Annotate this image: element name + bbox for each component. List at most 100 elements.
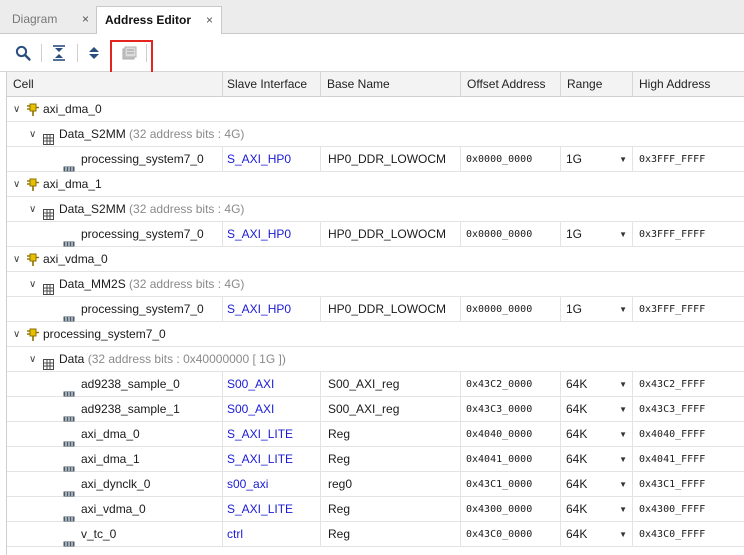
range-dropdown[interactable]: 64K ▼	[561, 472, 633, 497]
offset-address-field[interactable]: 0x43C1_0000	[461, 472, 561, 497]
table-row[interactable]: processing_system7_0 S_AXI_HP0 HP0_DDR_LOW…	[7, 222, 744, 247]
slave-interface-link[interactable]: S_AXI_HP0	[223, 147, 321, 172]
table-row[interactable]: axi_dma_1 S_AXI_LITE Reg 0x4041_0000 64K ▼ 0x4…	[7, 447, 744, 472]
offset-address-field[interactable]: 0x43C0_0000	[461, 522, 561, 547]
segment-cell: processing_system7_0	[7, 222, 223, 247]
chevron-down-icon[interactable]: ∨	[13, 247, 20, 272]
table-row[interactable]: ∨ axi_dma_1	[7, 172, 744, 197]
range-dropdown[interactable]: 1G ▼	[561, 222, 633, 247]
ip-block-icon	[27, 251, 39, 272]
chevron-down-icon[interactable]: ∨	[29, 197, 36, 222]
slave-interface-link[interactable]: S_AXI_HP0	[223, 297, 321, 322]
table-row[interactable]: ad9238_sample_1 S00_AXI S00_AXI_reg 0x43C3_…	[7, 397, 744, 422]
dropdown-arrow-icon[interactable]: ▼	[619, 372, 627, 397]
slave-interface-link[interactable]: S_AXI_LITE	[223, 447, 321, 472]
offset-address-field[interactable]: 0x0000_0000	[461, 297, 561, 322]
segment-cell-name: processing_system7_0	[81, 227, 204, 241]
table-row[interactable]: ∨ Data_S2MM (32 address bits : 4G)	[7, 197, 744, 222]
offset-address-field[interactable]: 0x4300_0000	[461, 497, 561, 522]
dropdown-arrow-icon[interactable]: ▼	[619, 522, 627, 547]
table-row[interactable]: axi_dma_0 S_AXI_LITE Reg 0x4040_0000 64K ▼ 0x4…	[7, 422, 744, 447]
dropdown-arrow-icon[interactable]: ▼	[619, 497, 627, 522]
table-row[interactable]: ∨ Data_MM2S (32 address bits : 4G)	[7, 272, 744, 297]
column-header-cell[interactable]: Cell	[7, 72, 223, 97]
tab-diagram-close-icon[interactable]: ×	[82, 6, 89, 32]
address-space-icon	[43, 129, 54, 147]
dropdown-arrow-icon[interactable]: ▼	[619, 472, 627, 497]
node-label: axi_dma_1	[43, 177, 102, 191]
search-icon[interactable]	[14, 44, 32, 62]
range-dropdown[interactable]: 64K ▼	[561, 447, 633, 472]
high-address: 0x3FFF_FFFF	[639, 304, 706, 315]
offset-address-field[interactable]: 0x0000_0000	[461, 222, 561, 247]
address-space-node[interactable]: ∨ Data_S2MM (32 address bits : 4G)	[7, 197, 744, 222]
table-row[interactable]: ∨ Data (32 address bits : 0x40000000 [ 1G…	[7, 347, 744, 372]
dropdown-arrow-icon[interactable]: ▼	[619, 147, 627, 172]
node-label: processing_system7_0	[43, 327, 166, 341]
offset-address-field[interactable]: 0x43C3_0000	[461, 397, 561, 422]
column-header-range[interactable]: Range	[561, 72, 633, 97]
tab-address-editor[interactable]: Address Editor ×	[96, 6, 222, 35]
expand-all-icon[interactable]	[85, 44, 103, 62]
offset-address-field[interactable]: 0x0000_0000	[461, 147, 561, 172]
table-row[interactable]: processing_system7_0 S_AXI_HP0 HP0_DDR_LOW…	[7, 297, 744, 322]
dropdown-arrow-icon[interactable]: ▼	[619, 297, 627, 322]
tab-address-editor-close-icon[interactable]: ×	[206, 7, 213, 33]
column-header-base-name[interactable]: Base Name	[321, 72, 461, 97]
slave-interface-link[interactable]: S00_AXI	[223, 372, 321, 397]
slave-interface-link[interactable]: S_AXI_HP0	[223, 222, 321, 247]
high-address: 0x3FFF_FFFF	[639, 154, 706, 165]
address-space-node[interactable]: ∨ Data (32 address bits : 0x40000000 [ 1G…	[7, 347, 744, 372]
ip-tree-node[interactable]: ∨ axi_dma_1	[7, 172, 744, 197]
slave-interface-link[interactable]: ctrl	[223, 522, 321, 547]
dropdown-arrow-icon[interactable]: ▼	[619, 222, 627, 247]
address-space-node[interactable]: ∨ Data_S2MM (32 address bits : 4G)	[7, 122, 744, 147]
table-row[interactable]: ∨ axi_vdma_0	[7, 247, 744, 272]
address-space-node[interactable]: ∨ Data_MM2S (32 address bits : 4G)	[7, 272, 744, 297]
column-header-high-address[interactable]: High Address	[633, 72, 744, 97]
column-header-slave-interface[interactable]: Slave Interface	[223, 72, 321, 97]
table-row[interactable]: ∨ Data_S2MM (32 address bits : 4G)	[7, 122, 744, 147]
range-dropdown[interactable]: 64K ▼	[561, 497, 633, 522]
table-row[interactable]: axi_vdma_0 S_AXI_LITE Reg 0x4300_0000 64K ▼ 0x…	[7, 497, 744, 522]
offset-address-field[interactable]: 0x4040_0000	[461, 422, 561, 447]
table-row[interactable]: axi_dynclk_0 s00_axi reg0 0x43C1_0000 64K ▼ 0x…	[7, 472, 744, 497]
range-dropdown[interactable]: 1G ▼	[561, 147, 633, 172]
offset-address-field[interactable]: 0x43C2_0000	[461, 372, 561, 397]
offset-address-field[interactable]: 0x4041_0000	[461, 447, 561, 472]
collapse-all-icon[interactable]	[50, 44, 68, 62]
ip-tree-node[interactable]: ∨ axi_dma_0	[7, 97, 744, 122]
table-row[interactable]: ∨ axi_dma_0	[7, 97, 744, 122]
chevron-down-icon[interactable]: ∨	[29, 347, 36, 372]
table-row[interactable]: ad9238_sample_0 S00_AXI S00_AXI_reg 0x43C2_…	[7, 372, 744, 397]
chevron-down-icon[interactable]: ∨	[29, 272, 36, 297]
base-name: Reg	[321, 522, 461, 547]
table-row[interactable]: ∨ processing_system7_0	[7, 322, 744, 347]
table-row[interactable]: processing_system7_0 S_AXI_HP0 HP0_DDR_LOW…	[7, 147, 744, 172]
address-space-name: Data (32 address bits : 0x40000000 [ 1G …	[59, 347, 286, 372]
range-dropdown[interactable]: 64K ▼	[561, 372, 633, 397]
slave-interface-link[interactable]: s00_axi	[223, 472, 321, 497]
ip-tree-node[interactable]: ∨ processing_system7_0	[7, 322, 744, 347]
slave-interface-link[interactable]: S_AXI_LITE	[223, 497, 321, 522]
slave-interface-link[interactable]: S_AXI_LITE	[223, 422, 321, 447]
tab-diagram[interactable]: Diagram ×	[4, 6, 98, 34]
column-header-offset-address[interactable]: Offset Address	[461, 72, 561, 97]
range-dropdown[interactable]: 64K ▼	[561, 422, 633, 447]
table-row[interactable]: v_tc_0 ctrl Reg 0x43C0_0000 64K ▼ 0x43C0_FFFF	[7, 522, 744, 547]
base-name: Reg	[321, 447, 461, 472]
dropdown-arrow-icon[interactable]: ▼	[619, 447, 627, 472]
chevron-down-icon[interactable]: ∨	[13, 97, 20, 122]
table-header: Cell Slave Interface Base Name Offset Ad…	[7, 72, 744, 97]
address-space-info: (32 address bits : 4G)	[129, 202, 245, 216]
chevron-down-icon[interactable]: ∨	[13, 322, 20, 347]
chevron-down-icon[interactable]: ∨	[29, 122, 36, 147]
dropdown-arrow-icon[interactable]: ▼	[619, 422, 627, 447]
chevron-down-icon[interactable]: ∨	[13, 172, 20, 197]
range-dropdown[interactable]: 64K ▼	[561, 522, 633, 547]
range-dropdown[interactable]: 64K ▼	[561, 397, 633, 422]
range-dropdown[interactable]: 1G ▼	[561, 297, 633, 322]
slave-interface-link[interactable]: S00_AXI	[223, 397, 321, 422]
dropdown-arrow-icon[interactable]: ▼	[619, 397, 627, 422]
ip-tree-node[interactable]: ∨ axi_vdma_0	[7, 247, 744, 272]
